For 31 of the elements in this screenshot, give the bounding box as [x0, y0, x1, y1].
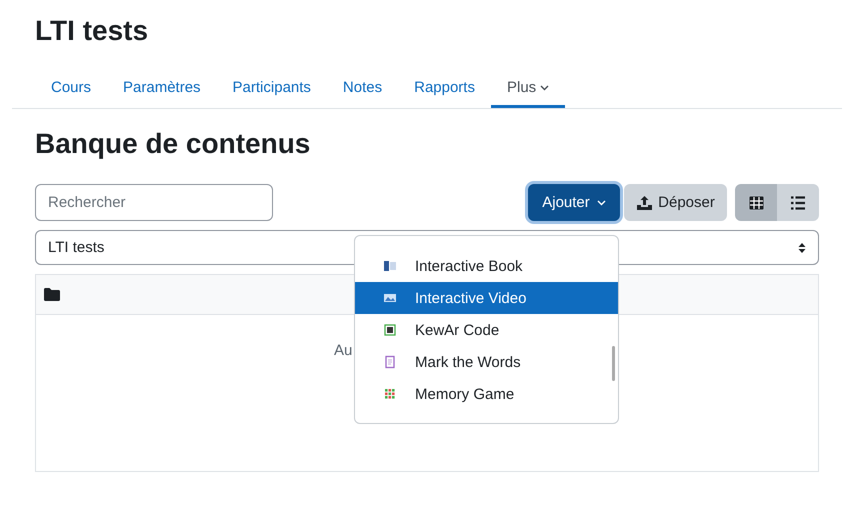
caret-icon [540, 84, 550, 90]
page-title: LTI tests [34, 14, 150, 48]
upload-icon [636, 194, 654, 210]
upload-button[interactable]: Déposer [624, 184, 727, 221]
nav-tab[interactable]: Notes [326, 70, 398, 108]
menu-item[interactable]: Memory Game [355, 378, 618, 410]
scrollbar[interactable] [612, 346, 615, 381]
grid-view-button[interactable] [735, 184, 777, 221]
nav-tab[interactable]: Participants [216, 70, 327, 108]
add-button[interactable]: Ajouter [528, 184, 620, 221]
empty-message: Au [334, 342, 352, 359]
menu-item[interactable]: Mark the Words [355, 346, 618, 378]
document-icon [383, 355, 397, 369]
caret-icon [596, 200, 606, 206]
grid-icon [748, 196, 764, 210]
search-field[interactable]: Rechercher [35, 184, 273, 221]
section-heading: Banque de contenus [34, 127, 312, 161]
book-icon [383, 259, 397, 273]
sort-arrows-icon [798, 242, 806, 254]
menu-item[interactable]: KewAr Code [355, 314, 618, 346]
tile-grid-icon [383, 387, 397, 401]
nav-tab[interactable]: Rapports [398, 70, 491, 108]
nav-tab[interactable]: Plus [490, 70, 566, 108]
folder-icon [44, 288, 60, 301]
list-view-button[interactable] [777, 184, 819, 221]
nav-tab[interactable]: Paramètres [107, 70, 217, 108]
qr-code-icon [383, 323, 397, 337]
menu-item[interactable]: Interactive Video [355, 282, 618, 314]
nav-tab[interactable]: Cours [35, 70, 108, 108]
list-icon [790, 196, 806, 210]
video-icon [383, 291, 397, 305]
